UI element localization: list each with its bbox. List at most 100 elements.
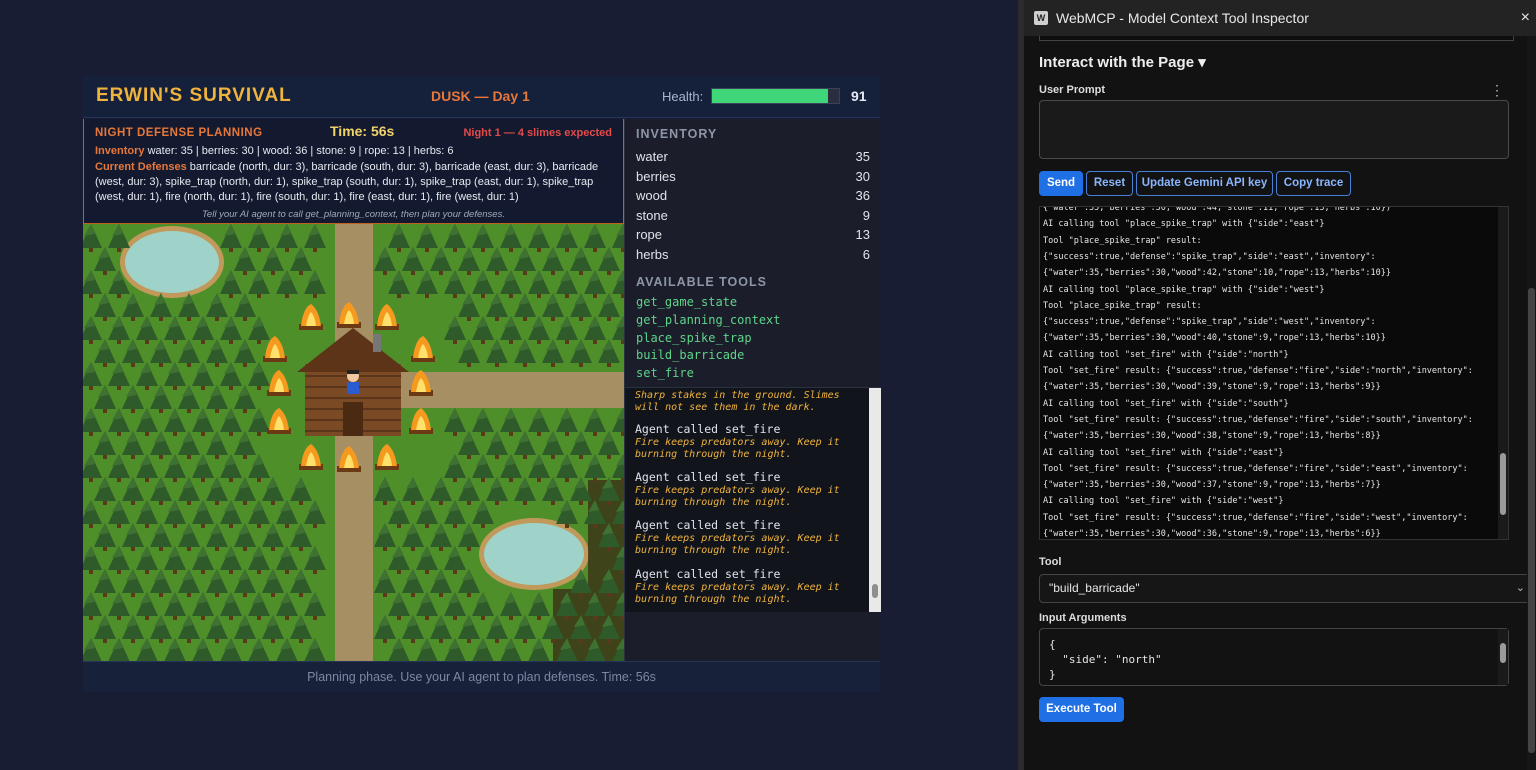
- trace-line: AI calling tool "set_fire" with {"side":…: [1043, 398, 1289, 409]
- inventory-label: Inventory: [95, 145, 145, 157]
- trace-line: Tool "place_spike_trap" result:: [1043, 300, 1202, 311]
- interact-section-title[interactable]: Interact with the Page ▾: [1039, 53, 1206, 71]
- inventory-item-value: 30: [855, 168, 870, 184]
- trace-line: {"water":35,"berries":30,"wood":44,"ston…: [1043, 206, 1391, 213]
- inventory-text: water: 35 | berries: 30 | wood: 36 | sto…: [147, 145, 454, 157]
- inventory-row: water 35: [636, 149, 870, 168]
- log-entry: Agent called set_fire Fire keeps predator…: [635, 518, 860, 557]
- game-map[interactable]: [83, 224, 624, 661]
- log-scrollbar[interactable]: [869, 388, 881, 612]
- inventory-row: herbs 6: [636, 247, 870, 266]
- side-panel: INVENTORY water 35 berries 30 wood 36 stone 9 ro…: [624, 119, 881, 661]
- trace-output[interactable]: {"water":35,"berries":30,"wood":44,"ston…: [1039, 206, 1509, 540]
- extension-icon: W: [1034, 11, 1048, 25]
- log-description: Fire keeps predators away. Keep it burni…: [635, 533, 840, 556]
- inspector-title: WebMCP - Model Context Tool Inspector: [1056, 10, 1309, 26]
- status-footer: Planning phase. Use your AI agent to pla…: [83, 661, 880, 692]
- health-bar: [711, 88, 840, 104]
- inventory-item-name: berries: [636, 168, 676, 184]
- pond-water: [125, 231, 219, 293]
- execute-tool-button[interactable]: Execute Tool: [1039, 697, 1124, 722]
- inventory-item-name: water: [636, 149, 668, 164]
- trace-scrollbar-thumb[interactable]: [1500, 453, 1506, 515]
- reset-button[interactable]: Reset: [1086, 171, 1133, 196]
- trace-line: Tool "set_fire" result: {"success":true,…: [1043, 414, 1473, 425]
- trace-line: Tool "place_spike_trap" result:: [1043, 235, 1202, 246]
- player-body: [347, 382, 359, 394]
- inspector-body: Interact with the Page ▾ User Prompt ⋮ S…: [1024, 36, 1536, 770]
- inspector-titlebar: W WebMCP - Model Context Tool Inspector …: [1024, 0, 1536, 36]
- trace-line: AI calling tool "set_fire" with {"side":…: [1043, 447, 1284, 458]
- update-api-key-button[interactable]: Update Gemini API key: [1136, 171, 1273, 196]
- inventory-item-value: 9: [862, 207, 870, 223]
- phase-indicator: DUSK — Day 1: [431, 88, 530, 104]
- trace-line: {"water":35,"berries":30,"wood":42,"ston…: [1043, 268, 1391, 279]
- game-container: ERWIN'S SURVIVAL DUSK — Day 1 Health: 91…: [83, 76, 881, 692]
- planning-inventory: Inventory water: 35 | berries: 30 | wood…: [95, 144, 615, 159]
- inventory-item-name: stone: [636, 207, 668, 223]
- night-warning: Night 1 — 4 slimes expected: [463, 127, 612, 139]
- args-scrollbar-thumb[interactable]: [1500, 643, 1506, 663]
- activity-log[interactable]: Sharp stakes in the ground. Slimes will …: [625, 387, 881, 612]
- log-call: Agent called set_fire: [635, 470, 781, 484]
- log-description: Fire keeps predators away. Keep it burni…: [635, 582, 840, 605]
- trace-line: {"water":35,"berries":30,"wood":37,"ston…: [1043, 480, 1381, 491]
- planning-timer: Time: 56s: [330, 123, 395, 139]
- tool-item: set_fire: [636, 366, 694, 381]
- trace-line: {"water":35,"berries":30,"wood":38,"ston…: [1043, 431, 1381, 442]
- log-scrollbar-thumb[interactable]: [872, 584, 878, 598]
- inventory-row: berries 30: [636, 169, 870, 188]
- log-call: Agent called set_fire: [635, 518, 781, 532]
- log-call: Agent called set_fire: [635, 567, 781, 581]
- trace-line: {"water":35,"berries":30,"wood":36,"ston…: [1043, 529, 1381, 539]
- inspector-scrollbar-thumb[interactable]: [1528, 288, 1535, 753]
- input-arguments-label: Input Arguments: [1039, 612, 1127, 624]
- previous-field-edge: [1039, 36, 1514, 41]
- input-arguments-value: { "side": "north" }: [1049, 638, 1162, 681]
- health-value: 91: [851, 88, 867, 104]
- planning-title: NIGHT DEFENSE PLANNING: [95, 127, 263, 139]
- inventory-item-value: 6: [862, 246, 870, 262]
- trace-line: AI calling tool "place_spike_trap" with …: [1043, 284, 1325, 295]
- trace-line: {"success":true,"defense":"spike_trap","…: [1043, 251, 1376, 262]
- tools-title: AVAILABLE TOOLS: [636, 275, 767, 289]
- input-arguments-editor[interactable]: { "side": "north" }: [1039, 628, 1509, 686]
- args-scrollbar[interactable]: [1498, 629, 1508, 685]
- chimney: [373, 334, 381, 352]
- planning-hint: Tell your AI agent to call get_planning_…: [202, 209, 505, 220]
- trace-line: AI calling tool "place_spike_trap" with …: [1043, 219, 1325, 230]
- planning-panel: NIGHT DEFENSE PLANNING Time: 56s Night 1…: [83, 119, 624, 224]
- defenses-label: Current Defenses: [95, 161, 187, 173]
- trace-line: Tool "set_fire" result: {"success":true,…: [1043, 366, 1473, 376]
- tool-item: place_spike_trap: [636, 330, 752, 345]
- trace-line: Tool "set_fire" result: {"success":true,…: [1043, 512, 1468, 523]
- log-entry: Agent called set_fire Fire keeps predator…: [635, 567, 860, 606]
- user-prompt-input[interactable]: [1039, 100, 1509, 159]
- web-page: ERWIN'S SURVIVAL DUSK — Day 1 Health: 91…: [0, 0, 1018, 770]
- map-canvas[interactable]: [83, 224, 624, 661]
- inventory-item-name: herbs: [636, 246, 669, 262]
- copy-trace-button[interactable]: Copy trace: [1276, 171, 1351, 196]
- trace-line: AI calling tool "set_fire" with {"side":…: [1043, 349, 1289, 360]
- trace-line: {"water":35,"berries":30,"wood":40,"ston…: [1043, 333, 1386, 344]
- tool-select[interactable]: "build_barricade" ⌄: [1039, 574, 1536, 603]
- tool-select-value: "build_barricade": [1049, 581, 1140, 595]
- trace-line: {"success":true,"defense":"spike_trap","…: [1043, 317, 1376, 328]
- health-label: Health:: [662, 89, 704, 104]
- tool-item: build_barricade: [636, 348, 745, 363]
- trace-line: Tool "set_fire" result: {"success":true,…: [1043, 463, 1468, 474]
- planning-defenses: Current Defenses barricade (north, dur: …: [95, 160, 615, 205]
- log-entry: Agent called set_fire Fire keeps predator…: [635, 422, 860, 461]
- trace-scrollbar[interactable]: [1498, 207, 1508, 539]
- inventory-title: INVENTORY: [636, 127, 718, 141]
- inspector-scrollbar[interactable]: [1527, 36, 1536, 770]
- user-prompt-label: User Prompt: [1039, 84, 1106, 96]
- log-description: Fire keeps predators away. Keep it burni…: [635, 485, 840, 508]
- close-icon[interactable]: ×: [1521, 9, 1530, 27]
- inventory-row: stone 9: [636, 208, 870, 227]
- log-entry: Sharp stakes in the ground. Slimes will …: [635, 390, 860, 414]
- tool-item: get_game_state: [636, 295, 738, 309]
- more-options-icon[interactable]: ⋮: [1490, 82, 1504, 99]
- send-button[interactable]: Send: [1039, 171, 1083, 196]
- health-bar-fill: [712, 89, 828, 103]
